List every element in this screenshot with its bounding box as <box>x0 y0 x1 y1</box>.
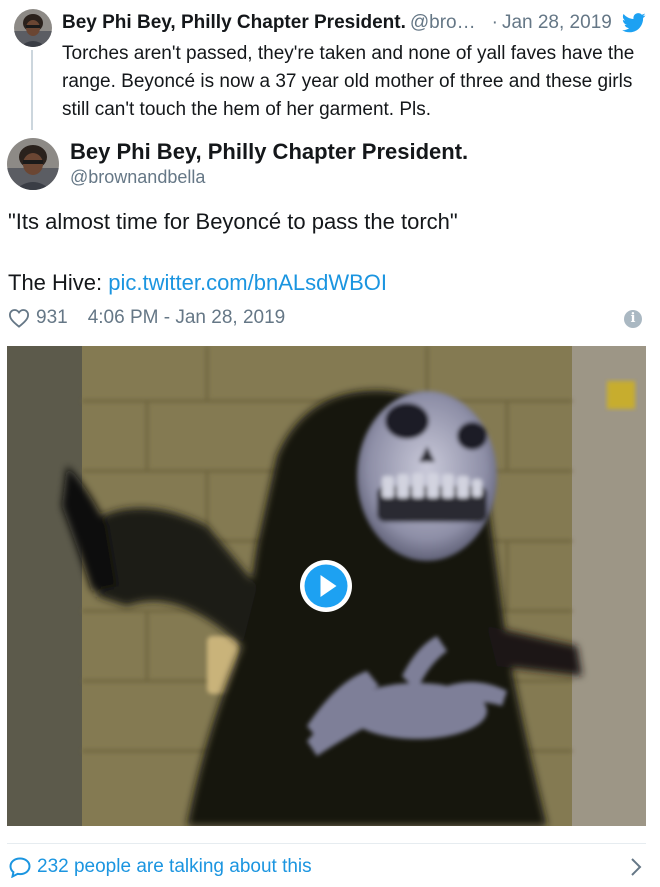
hive-label: The Hive: <box>8 270 109 295</box>
conversation-footer[interactable]: 232 people are talking about this <box>8 853 648 881</box>
thread-line <box>31 50 33 130</box>
tweet-text-hive: The Hive: pic.twitter.com/bnALsdWBOI <box>8 268 387 298</box>
tweet-timestamp[interactable]: 4:06 PM - Jan 28, 2019 <box>88 305 286 331</box>
parent-author-handle[interactable]: @bro… <box>410 12 476 33</box>
video-media[interactable] <box>7 346 646 826</box>
talking-about-link[interactable]: 232 people are talking about this <box>37 856 312 878</box>
main-author-name[interactable]: Bey Phi Bey, Philly Chapter President. <box>70 137 468 167</box>
like-count[interactable]: 931 <box>36 305 68 331</box>
twitter-bird-icon[interactable] <box>622 13 646 33</box>
footer-divider <box>7 843 646 844</box>
parent-tweet-text: Torches aren't passed, they're taken and… <box>62 43 635 120</box>
main-author-handle[interactable]: @brownandbella <box>70 165 205 189</box>
parent-author-name[interactable]: Bey Phi Bey, Philly Chapter President. <box>62 12 406 33</box>
reply-bubble-icon <box>9 857 31 878</box>
info-icon[interactable]: i <box>624 310 642 328</box>
tweet-text: "Its almost time for Beyoncé to pass the… <box>8 209 458 234</box>
main-avatar[interactable] <box>7 138 59 190</box>
pic-link[interactable]: pic.twitter.com/bnALsdWBOI <box>108 270 387 295</box>
tweet-meta: 931 4:06 PM - Jan 28, 2019 <box>8 305 285 331</box>
play-button-icon[interactable] <box>298 558 354 614</box>
chevron-right-icon[interactable] <box>630 857 642 877</box>
parent-tweet-header: Bey Phi Bey, Philly Chapter President. @b… <box>62 10 652 36</box>
heart-icon[interactable] <box>8 308 30 328</box>
separator-dot: · <box>491 12 498 33</box>
parent-tweet-date[interactable]: Jan 28, 2019 <box>502 12 612 33</box>
parent-avatar[interactable] <box>14 9 52 47</box>
parent-tweet[interactable]: Bey Phi Bey, Philly Chapter President. @b… <box>0 0 660 132</box>
